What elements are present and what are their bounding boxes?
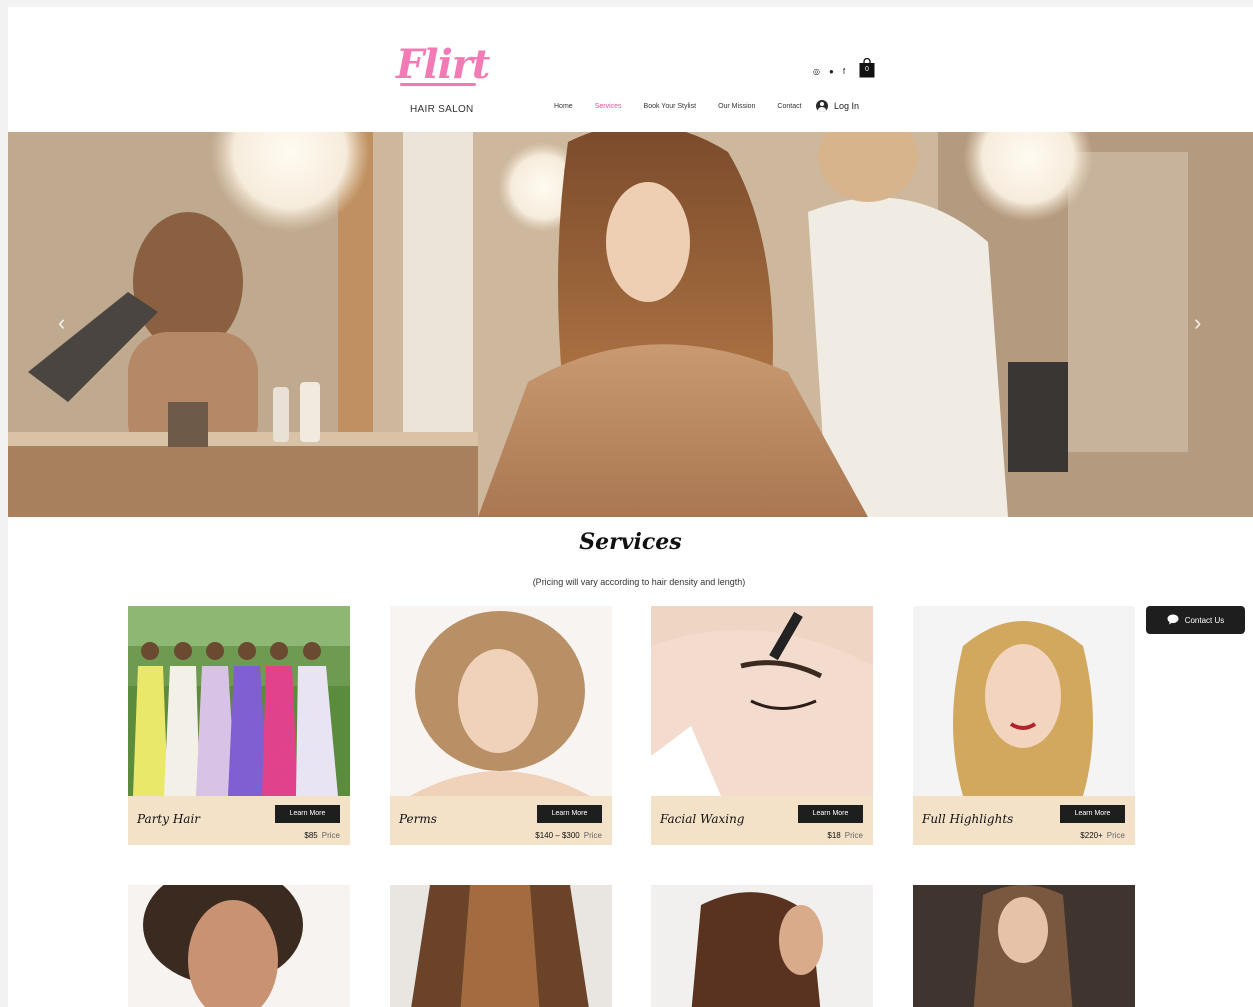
social-links: ◎ ● f <box>813 67 845 77</box>
service-name: Facial Waxing <box>660 812 745 826</box>
instagram-icon[interactable]: ◎ <box>813 67 820 77</box>
hero-prev-arrow[interactable]: ‹ <box>58 310 65 336</box>
service-card-party-hair: Party Hair Learn More $85 Price <box>128 606 350 845</box>
contact-us-button[interactable]: Contact Us <box>1146 606 1245 634</box>
service-name: Perms <box>399 812 437 826</box>
learn-more-button[interactable]: Learn More <box>275 805 340 823</box>
main-nav: Home Services Book Your Stylist Our Miss… <box>554 102 824 112</box>
logo[interactable]: Flirt <box>396 41 490 88</box>
hero-image <box>8 132 1253 517</box>
tagline: HAIR SALON <box>410 104 474 115</box>
service-card-image <box>128 885 350 1007</box>
user-avatar-icon <box>816 100 828 112</box>
price-label: Price <box>321 831 340 840</box>
price-value: $220+ <box>1080 831 1103 840</box>
nav-home[interactable]: Home <box>554 102 573 112</box>
service-card-image <box>913 885 1135 1007</box>
services-title: Services <box>579 529 682 555</box>
service-price: $140 – $300 Price <box>535 831 602 840</box>
service-card-image <box>390 885 612 1007</box>
service-card-footer: Facial Waxing Learn More $18 Price <box>651 796 873 845</box>
service-card-footer: Full Highlights Learn More $220+ Price <box>913 796 1135 845</box>
nav-services[interactable]: Services <box>595 102 622 112</box>
service-name: Full Highlights <box>922 812 1014 826</box>
facial-waxing-image <box>651 606 873 796</box>
service-price: $220+ Price <box>1080 831 1125 840</box>
price-value: $18 <box>827 831 841 840</box>
price-label: Price <box>844 831 863 840</box>
hero-next-arrow[interactable]: › <box>1194 310 1201 336</box>
service-card-facial-waxing: Facial Waxing Learn More $18 Price <box>651 606 873 845</box>
service-card-perms: Perms Learn More $140 – $300 Price <box>390 606 612 845</box>
login-label: Log In <box>834 101 860 111</box>
login-button[interactable]: Log In <box>816 100 859 112</box>
service-card-footer: Perms Learn More $140 – $300 Price <box>390 796 612 845</box>
nav-contact[interactable]: Contact <box>777 102 801 112</box>
price-value: $85 <box>304 831 318 840</box>
cart-count: 0 <box>865 66 869 73</box>
page: Flirt HAIR SALON ◎ ● f 0 Home Services B… <box>8 7 1253 1007</box>
price-value: $140 – $300 <box>535 831 580 840</box>
cart-button[interactable]: 0 <box>859 57 875 78</box>
service-card-image <box>651 885 873 1007</box>
logo-underline <box>400 83 476 86</box>
party-hair-image <box>128 606 350 796</box>
contact-us-label: Contact Us <box>1184 615 1225 625</box>
nav-book-your-stylist[interactable]: Book Your Stylist <box>644 102 697 112</box>
service-card-full-highlights: Full Highlights Learn More $220+ Price <box>913 606 1135 845</box>
hero-slideshow: ‹ › <box>8 132 1253 517</box>
services-subtitle: (Pricing will vary according to hair den… <box>532 577 746 587</box>
location-pin-icon[interactable]: ● <box>829 67 834 77</box>
full-highlights-image <box>913 606 1135 796</box>
service-name: Party Hair <box>137 812 201 826</box>
learn-more-button[interactable]: Learn More <box>798 805 863 823</box>
price-label: Price <box>583 831 602 840</box>
service-card-footer: Party Hair Learn More $85 Price <box>128 796 350 845</box>
price-label: Price <box>1106 831 1125 840</box>
learn-more-button[interactable]: Learn More <box>1060 805 1125 823</box>
facebook-icon[interactable]: f <box>843 67 845 77</box>
service-price: $18 Price <box>827 831 863 840</box>
learn-more-button[interactable]: Learn More <box>537 805 602 823</box>
service-price: $85 Price <box>304 831 340 840</box>
chat-bubble-icon <box>1167 614 1179 627</box>
perms-image <box>390 606 612 796</box>
nav-our-mission[interactable]: Our Mission <box>718 102 755 112</box>
